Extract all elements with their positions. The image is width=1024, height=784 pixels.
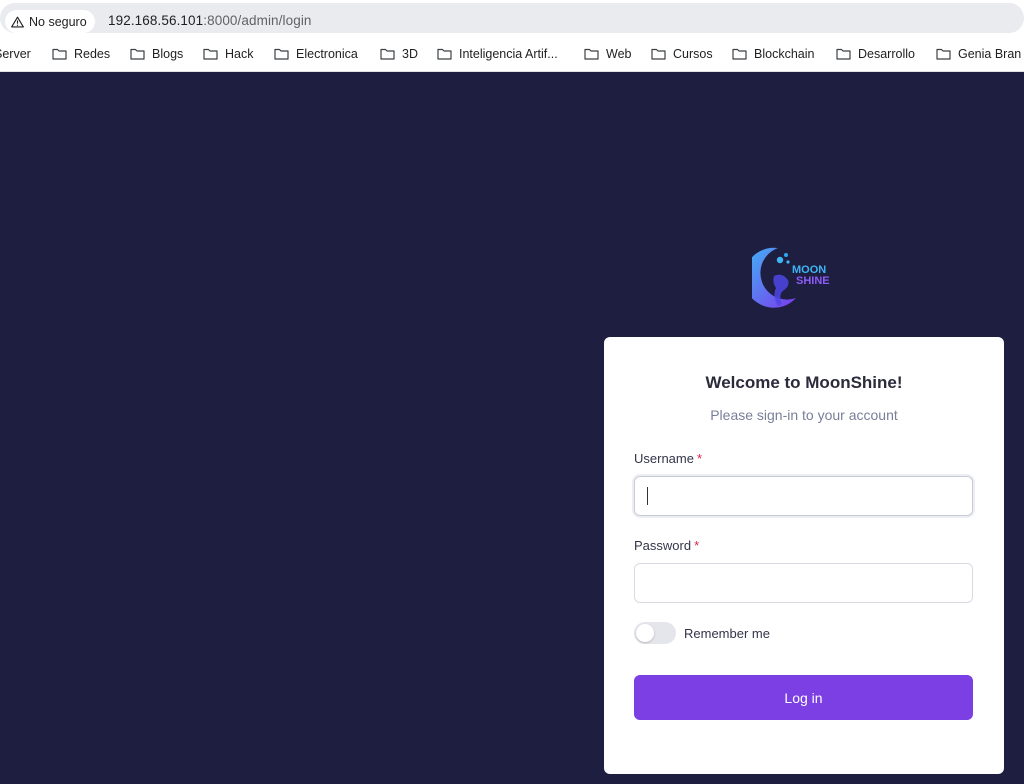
url-path: :8000/admin/login bbox=[203, 13, 312, 28]
bookmark-label: Blogs bbox=[152, 47, 184, 61]
folder-icon bbox=[732, 48, 747, 60]
username-input[interactable] bbox=[634, 476, 973, 516]
logo-text-line2: SHINE bbox=[796, 275, 830, 287]
bookmark-label: Blockchain bbox=[754, 47, 815, 61]
folder-icon bbox=[584, 48, 599, 60]
text-caret bbox=[647, 487, 648, 505]
bookmark-label: Genia Bran bbox=[958, 47, 1022, 61]
logo-dot bbox=[784, 253, 788, 257]
bookmark-desarrollo[interactable]: Desarrollo bbox=[836, 46, 915, 62]
bookmark-label: Hack bbox=[225, 47, 254, 61]
bookmark-server[interactable]: Server bbox=[0, 46, 31, 62]
folder-icon bbox=[52, 48, 67, 60]
login-card: Welcome to MoonShine! Please sign-in to … bbox=[604, 337, 1004, 774]
bookmark-label: Desarrollo bbox=[858, 47, 915, 61]
bookmark-3d[interactable]: 3D bbox=[380, 46, 418, 62]
bookmark-label: Inteligencia Artif... bbox=[459, 47, 558, 61]
security-indicator[interactable]: No seguro bbox=[5, 10, 95, 33]
bookmark-redes[interactable]: Redes bbox=[52, 46, 110, 62]
toggle-knob bbox=[636, 624, 654, 642]
folder-icon bbox=[203, 48, 218, 60]
bookmark-label: Electronica bbox=[296, 47, 358, 61]
remember-me-toggle[interactable] bbox=[634, 622, 676, 644]
folder-icon bbox=[380, 48, 395, 60]
bookmark-label: Server bbox=[0, 47, 31, 61]
folder-icon bbox=[836, 48, 851, 60]
bookmark-inteligencia-artificial[interactable]: Inteligencia Artif... bbox=[437, 46, 558, 62]
username-label: Username * bbox=[634, 451, 702, 466]
bookmark-hack[interactable]: Hack bbox=[203, 46, 253, 62]
required-marker: * bbox=[696, 451, 703, 466]
logo-dot bbox=[776, 256, 784, 264]
remember-me-label[interactable]: Remember me bbox=[684, 626, 770, 641]
bookmark-label: 3D bbox=[402, 47, 418, 61]
url-field[interactable]: No seguro 192.168.56.101:8000/admin/logi… bbox=[0, 3, 1024, 33]
password-label-text: Password bbox=[634, 538, 692, 553]
bookmark-electronica[interactable]: Electronica bbox=[274, 46, 358, 62]
security-label: No seguro bbox=[29, 14, 87, 29]
login-title: Welcome to MoonShine! bbox=[705, 373, 903, 392]
bookmark-cursos[interactable]: Cursos bbox=[651, 46, 713, 62]
bookmark-blogs[interactable]: Blogs bbox=[130, 46, 183, 62]
url-host: 192.168.56.101 bbox=[108, 13, 204, 28]
bookmark-label: Redes bbox=[74, 47, 111, 61]
bookmark-blockchain[interactable]: Blockchain bbox=[732, 46, 814, 62]
folder-icon bbox=[130, 48, 145, 60]
moonshine-logo: MOON SHINE bbox=[752, 247, 830, 308]
password-label: Password * bbox=[634, 538, 699, 553]
bookmark-web[interactable]: Web bbox=[584, 46, 631, 62]
url-text[interactable]: 192.168.56.101:8000/admin/login bbox=[108, 13, 312, 28]
required-marker: * bbox=[694, 538, 700, 553]
bookmarks-bar: Server Redes Blogs Hack Electronica 3D I… bbox=[0, 37, 1024, 72]
warning-icon bbox=[11, 16, 24, 27]
bookmark-label: Web bbox=[606, 47, 632, 61]
bookmark-label: Cursos bbox=[673, 47, 713, 61]
folder-icon bbox=[651, 48, 666, 60]
folder-icon bbox=[936, 48, 951, 60]
login-button[interactable]: Log in bbox=[634, 675, 973, 720]
address-bar: No seguro 192.168.56.101:8000/admin/logi… bbox=[0, 0, 1024, 37]
folder-icon bbox=[437, 48, 452, 60]
username-label-text: Username bbox=[634, 451, 694, 466]
password-input[interactable] bbox=[634, 563, 973, 603]
folder-icon bbox=[274, 48, 289, 60]
logo-dot bbox=[786, 260, 790, 264]
login-subtitle: Please sign-in to your account bbox=[710, 407, 898, 423]
bookmark-genia-bran[interactable]: Genia Bran bbox=[936, 46, 1021, 62]
